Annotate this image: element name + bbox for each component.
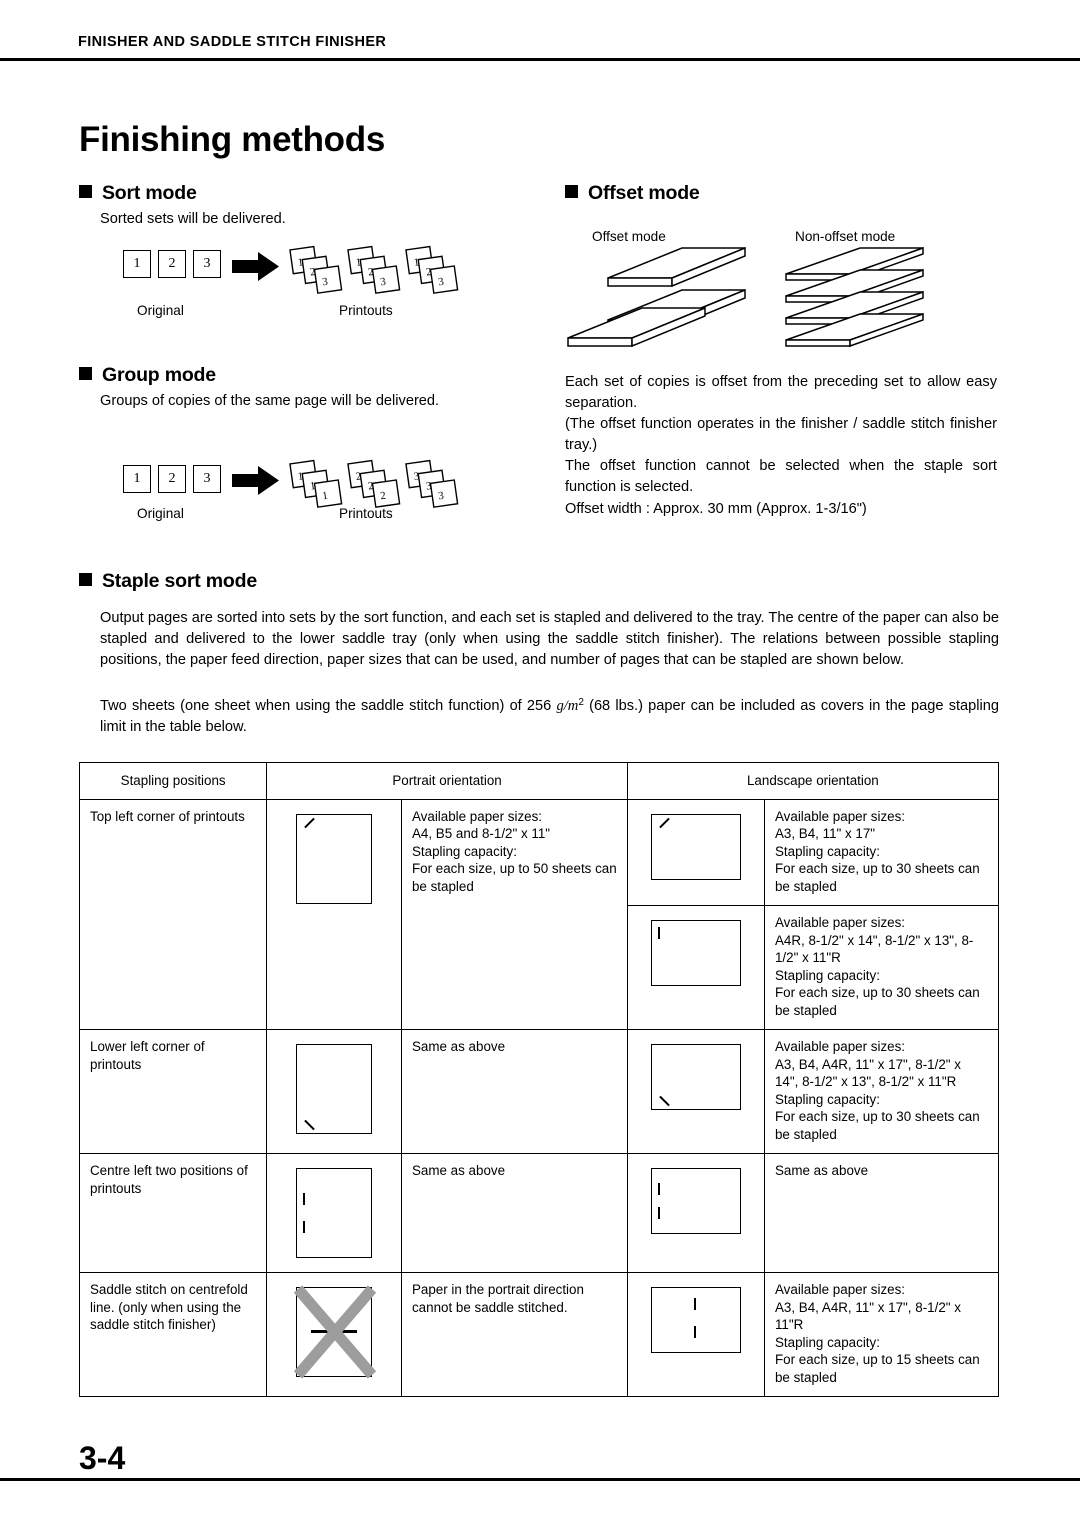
arrow-right-icon <box>232 466 279 495</box>
page-number: 3-4 <box>79 1440 126 1476</box>
staple-mark-left-upper <box>303 1193 306 1205</box>
sort-original-sheets: 123 <box>123 250 228 278</box>
paper-landscape-icon <box>650 920 741 986</box>
cell-landscape-text-top-left-2: Available paper sizes: A4R, 8-1/2" x 14"… <box>763 905 1000 1030</box>
cell-landscape-text-saddle-stitch: Available paper sizes: A3, B4, A4R, 11" … <box>763 1272 1000 1397</box>
offset-paragraph-4: Offset width : Approx. 30 mm (Approx. 1-… <box>565 501 867 517</box>
offset-paragraph-2: (The offset function operates in the fin… <box>565 416 997 453</box>
paper-landscape-icon <box>650 1044 741 1110</box>
offset-paragraph-3: The offset function cannot be selected w… <box>565 458 997 495</box>
offset-stacks-diagram <box>567 246 924 348</box>
sort-description: Sorted sets will be delivered. <box>100 211 286 227</box>
staple-mark-bottom-left <box>659 1095 670 1107</box>
cell-portrait-text-saddle-stitch: Paper in the portrait direction cannot b… <box>400 1272 628 1397</box>
staple-mark-left-upper <box>657 1183 660 1195</box>
document-page: FINISHER AND SADDLE STITCH FINISHER Fini… <box>0 0 1080 1528</box>
table-header-landscape: Landscape orientation <box>626 762 1000 800</box>
cell-portrait-icon-lower-left <box>266 1029 402 1154</box>
staple-mark-bottom-left <box>304 1119 315 1131</box>
paper-portrait-icon <box>296 1168 373 1258</box>
page-title: Finishing methods <box>79 120 386 159</box>
staple-para2-part2: (68 lbs. <box>583 698 639 714</box>
arrow-right-icon <box>232 252 279 281</box>
header-divider <box>0 58 1080 61</box>
paper-portrait-icon <box>296 1044 373 1134</box>
square-bullet-icon <box>79 185 92 198</box>
group-description: Groups of copies of the same page will b… <box>100 393 440 409</box>
staple-mark-top-left <box>659 817 670 828</box>
cell-portrait-icon-saddle-stitch <box>266 1272 402 1397</box>
offset-paragraph-1: Each set of copies is offset from the pr… <box>565 374 997 411</box>
square-bullet-icon <box>79 573 92 586</box>
paper-landscape-icon <box>650 1287 741 1353</box>
cell-landscape-icon-lower-left <box>626 1029 765 1154</box>
staple-mark-centre-upper <box>693 1298 696 1310</box>
table-header-portrait: Portrait orientation <box>266 762 628 800</box>
paper-landscape-icon <box>650 813 741 880</box>
stapling-positions-table: Stapling positions Portrait orientation … <box>78 762 1000 1397</box>
staple-mark-left-lower <box>657 1207 660 1219</box>
table-row: Centre left two positions of printouts S… <box>78 1153 1000 1273</box>
square-bullet-icon <box>79 367 92 380</box>
cell-portrait-text-lower-left: Same as above <box>400 1029 628 1154</box>
section-heading-offset: Offset mode <box>565 182 700 205</box>
table-row: Lower left corner of printouts Same as a… <box>78 1029 1000 1154</box>
section-heading-staple: Staple sort mode <box>79 570 257 593</box>
cell-portrait-icon-top-left <box>266 798 402 1030</box>
group-original-sheets: 123 <box>123 465 228 493</box>
cell-landscape-icon-centre-left <box>626 1153 765 1273</box>
sort-printouts-diagram: 1 2 3 1 2 3 1 2 3 <box>289 245 459 294</box>
section-heading-group: Group mode <box>79 364 216 387</box>
cell-portrait-icon-centre-left <box>266 1153 402 1273</box>
running-header: FINISHER AND SADDLE STITCH FINISHER <box>78 34 1002 50</box>
table-header-stapling-positions: Stapling positions <box>78 762 268 800</box>
cell-portrait-text-top-left: Available paper sizes: A4, B5 and 8-1/2"… <box>400 798 628 1030</box>
paper-portrait-icon-crossed <box>293 1285 377 1379</box>
group-caption-printouts: Printouts <box>339 506 393 521</box>
staple-mark-left-vertical <box>657 927 660 939</box>
table-header-row: Stapling positions Portrait orientation … <box>78 762 1000 800</box>
cross-out-icon <box>293 1285 377 1379</box>
staple-paragraph-2: Two sheets (one sheet when using the sad… <box>100 692 999 738</box>
cell-position-centre-left: Centre left two positions of printouts <box>78 1153 268 1273</box>
offset-label-offset: Offset mode <box>592 229 666 244</box>
cell-position-saddle-stitch: Saddle stitch on centrefold line. (only … <box>78 1272 268 1397</box>
header-title: FINISHER AND SADDLE STITCH FINISHER <box>78 34 387 50</box>
staple-mark-top-left <box>304 817 315 828</box>
cell-landscape-text-centre-left: Same as above <box>763 1153 1000 1273</box>
paper-portrait-icon <box>296 813 373 904</box>
sort-caption-original: Original <box>137 303 184 318</box>
staple-para2-part1: Two sheets (one sheet when using the sad… <box>100 698 557 714</box>
cell-landscape-text-top-left: Available paper sizes: A3, B4, 11" x 17"… <box>763 798 1000 906</box>
group-caption-original: Original <box>137 506 184 521</box>
paper-landscape-icon <box>650 1168 741 1234</box>
cell-landscape-icon-top-left <box>626 798 765 906</box>
unit-gsm: g/m <box>556 698 579 714</box>
section-heading-sort: Sort mode <box>79 182 197 205</box>
cell-portrait-text-centre-left: Same as above <box>400 1153 628 1273</box>
table-row: Top left corner of printouts Available p… <box>78 798 1000 1030</box>
square-bullet-icon <box>565 185 578 198</box>
offset-label-non-offset: Non-offset mode <box>795 229 896 244</box>
sort-caption-printouts: Printouts <box>339 303 393 318</box>
table-row: Saddle stitch on centrefold line. (only … <box>78 1272 1000 1397</box>
cell-landscape-icon-top-left-2 <box>626 905 765 1030</box>
cell-position-top-left: Top left corner of printouts <box>78 798 268 1030</box>
cell-landscape-text-lower-left: Available paper sizes: A3, B4, A4R, 11" … <box>763 1029 1000 1154</box>
staple-mark-left-lower <box>303 1221 306 1233</box>
staple-paragraph-1: Output pages are sorted into sets by the… <box>100 610 999 668</box>
staple-mark-centre-lower <box>693 1326 696 1338</box>
cell-landscape-icon-saddle-stitch <box>626 1272 765 1397</box>
cell-position-lower-left: Lower left corner of printouts <box>78 1029 268 1154</box>
footer-divider <box>0 1478 1080 1481</box>
